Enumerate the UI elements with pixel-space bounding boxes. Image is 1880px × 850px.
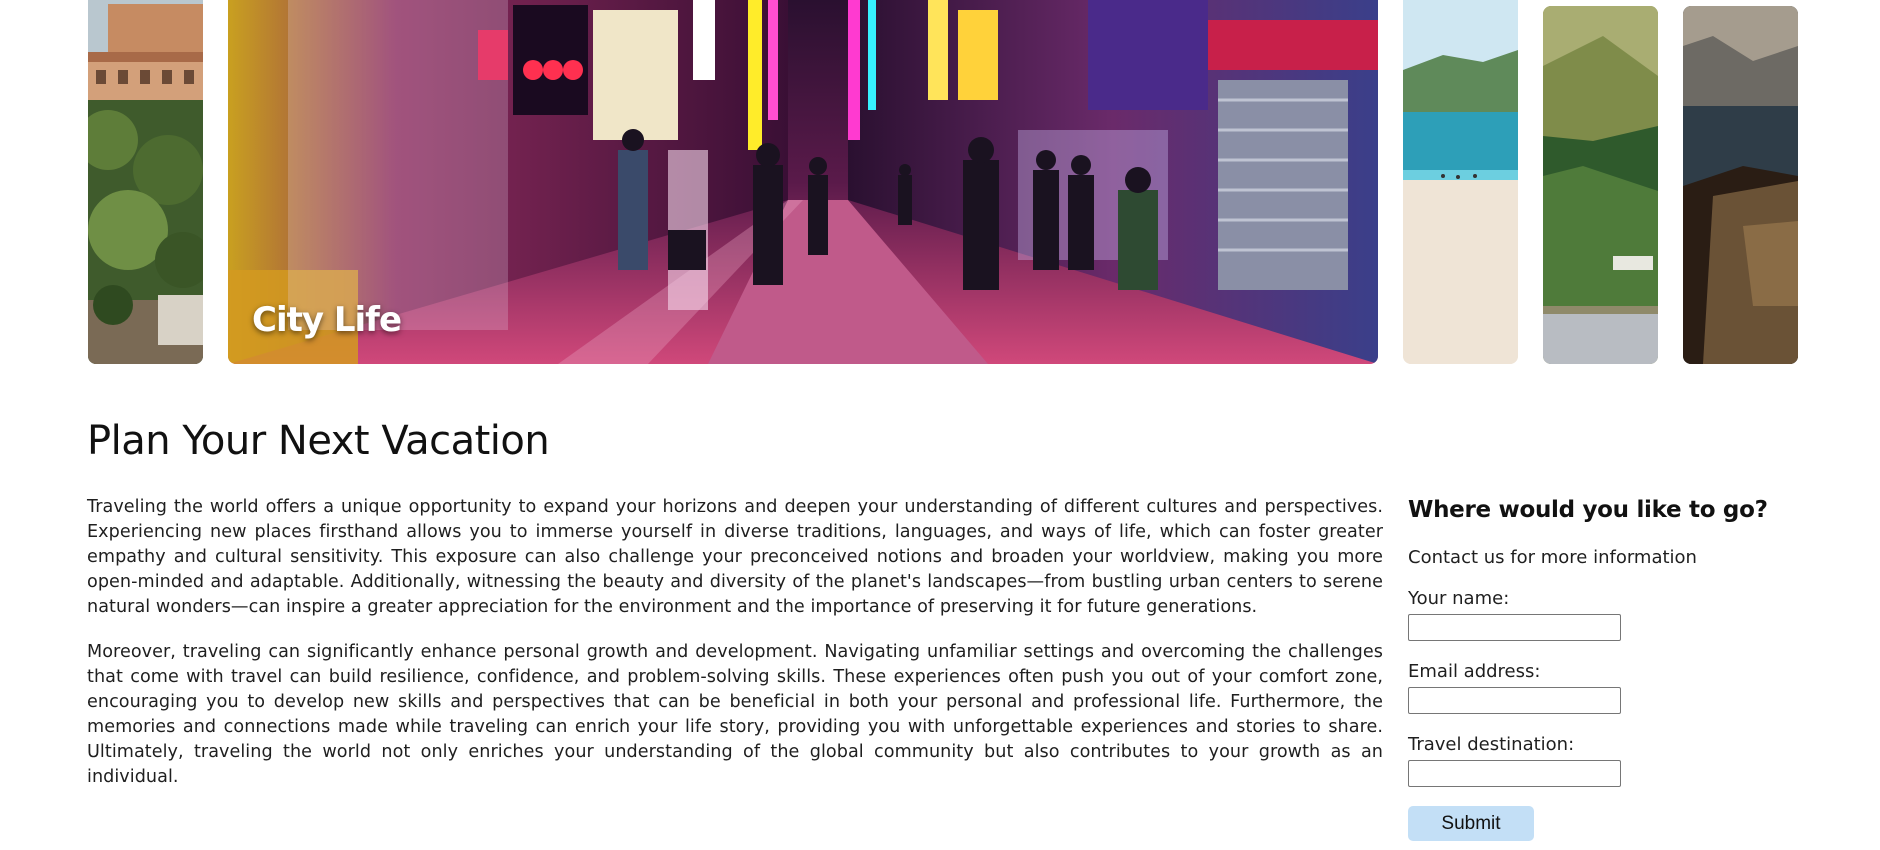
article-body: Traveling the world offers a unique oppo… — [87, 495, 1383, 810]
gallery-thumb-green-hills[interactable] — [1543, 6, 1658, 364]
article-paragraph-1: Traveling the world offers a unique oppo… — [87, 497, 1383, 617]
name-field-group: Your name: — [1408, 589, 1808, 641]
name-input[interactable] — [1408, 614, 1621, 641]
photo-gallery: City Life — [0, 0, 1880, 370]
form-title: Where would you like to go? — [1408, 497, 1768, 523]
featured-caption: City Life — [252, 300, 402, 340]
gallery-thumb-historic-town[interactable] — [88, 0, 203, 364]
article-paragraph-2: Moreover, traveling can significantly en… — [87, 642, 1383, 787]
gallery-featured-city-life[interactable]: City Life — [228, 0, 1378, 364]
contact-form: Where would you like to go? Contact us f… — [1408, 497, 1808, 841]
historic-town-image — [88, 0, 203, 364]
form-subtitle: Contact us for more information — [1408, 547, 1697, 568]
beach-image — [1403, 0, 1518, 364]
gallery-thumb-beach[interactable] — [1403, 0, 1518, 364]
green-hills-image — [1543, 6, 1658, 364]
coastal-cliffs-image — [1683, 6, 1798, 364]
email-input[interactable] — [1408, 687, 1621, 714]
gallery-thumb-coastal-cliffs[interactable] — [1683, 6, 1798, 364]
name-label: Your name: — [1408, 588, 1510, 609]
submit-button[interactable]: Submit — [1408, 806, 1534, 841]
destination-input[interactable] — [1408, 760, 1621, 787]
destination-field-group: Travel destination: — [1408, 735, 1808, 787]
email-label: Email address: — [1408, 661, 1541, 682]
page-title: Plan Your Next Vacation — [87, 418, 550, 464]
email-field-group: Email address: — [1408, 662, 1808, 714]
destination-label: Travel destination: — [1408, 734, 1575, 755]
